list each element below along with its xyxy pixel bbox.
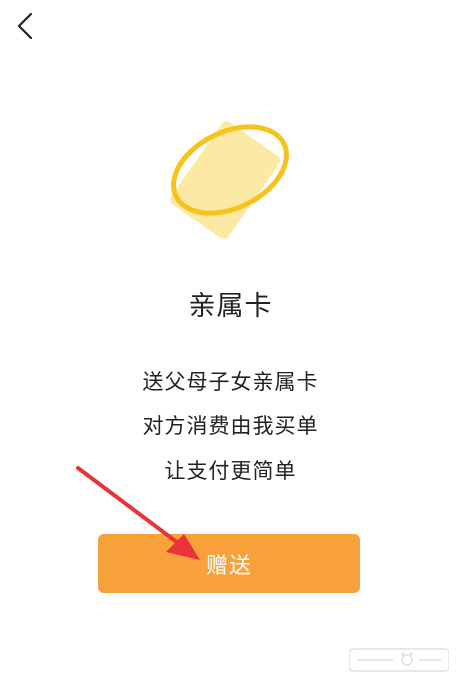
gift-button[interactable]: 赠送 <box>98 534 360 593</box>
baidu-watermark-icon <box>349 648 449 672</box>
page-title: 亲属卡 <box>188 291 273 322</box>
card-shape <box>170 121 281 239</box>
card-orbit-icon <box>170 121 289 239</box>
back-button[interactable] <box>10 8 40 44</box>
description-line-3: 让支付更简单 <box>164 459 297 483</box>
gift-button-label: 赠送 <box>205 553 252 579</box>
chevron-left-icon <box>17 12 33 40</box>
description-line-2: 对方消费由我买单 <box>142 414 319 438</box>
description-line-1: 送父母子女亲属卡 <box>142 370 319 394</box>
